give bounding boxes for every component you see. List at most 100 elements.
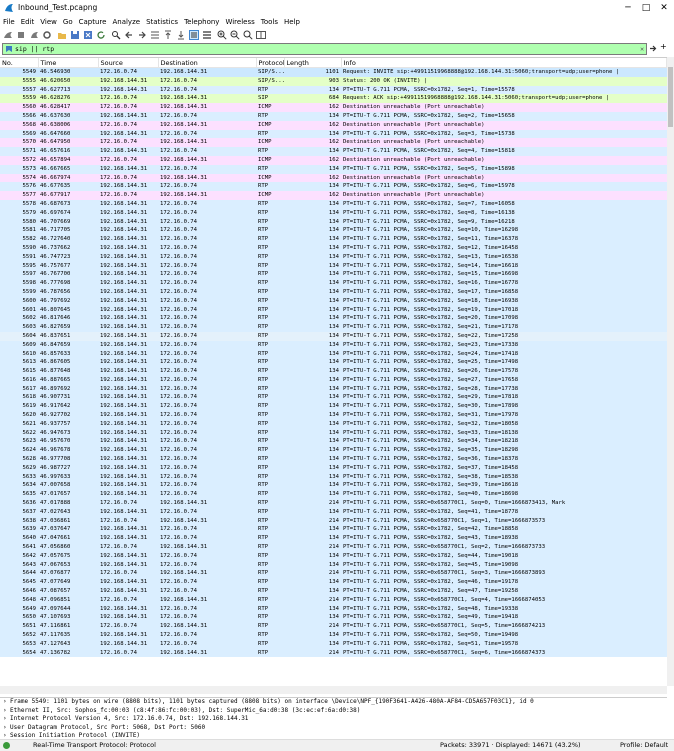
menu-statistics[interactable]: Statistics (143, 16, 181, 29)
packet-row[interactable]: 5634 47.007658 192.168.144.31 172.16.0.74 RT… (0, 481, 667, 491)
zoom-in-icon[interactable] (217, 30, 227, 40)
packet-row[interactable]: 5590 46.737662 192.168.144.31 172.16.0.74 RT… (0, 243, 667, 253)
detail-row-frame[interactable]: › Frame 5549: 1101 bytes on wire (8808 bi… (0, 698, 667, 707)
expert-info-icon[interactable] (3, 742, 10, 749)
col-header-info[interactable]: Info (341, 58, 667, 68)
packet-row[interactable]: 5641 47.056860 172.16.0.74 192.168.144.31 RT… (0, 543, 667, 552)
colorize-icon[interactable] (202, 30, 212, 40)
col-header-length[interactable]: Length (284, 58, 342, 68)
minimize-button[interactable]: ─ (620, 1, 636, 15)
normal-size-icon[interactable] (243, 30, 253, 40)
menu-edit[interactable]: Edit (18, 16, 38, 29)
col-header-no[interactable]: No. (0, 58, 39, 68)
horizontal-scrollbar[interactable] (0, 686, 667, 694)
packet-row[interactable]: 5637 47.027643 192.168.144.31 172.16.0.74 RT… (0, 507, 667, 517)
packet-row[interactable]: 5610 46.857633 192.168.144.31 172.16.0.74 RT… (0, 349, 667, 359)
packet-row[interactable]: 5574 46.667974 172.16.0.74 192.168.144.31 IC… (0, 173, 667, 183)
packet-row[interactable]: 5595 46.757677 192.168.144.31 172.16.0.74 RT… (0, 261, 667, 271)
packet-row[interactable]: 5581 46.717705 192.168.144.31 172.16.0.74 RT… (0, 226, 667, 236)
menu-wireless[interactable]: Wireless (222, 16, 257, 29)
packet-row[interactable]: 5644 47.076877 172.16.0.74 192.168.144.31 RT… (0, 569, 667, 579)
packet-row[interactable]: 5559 46.628276 172.16.0.74 192.168.144.31 SI… (0, 94, 667, 104)
packet-list-scrollbar[interactable] (667, 57, 674, 686)
packet-row[interactable]: 5636 47.017888 172.16.0.74 192.168.144.31 RT… (0, 499, 667, 508)
packet-row[interactable]: 5573 46.667665 192.168.144.31 172.16.0.74 RT… (0, 164, 667, 174)
expand-arrow-icon[interactable]: › (3, 698, 10, 707)
packet-row[interactable]: 5576 46.677635 192.168.144.31 172.16.0.74 RT… (0, 182, 667, 192)
packet-row[interactable]: 5652 47.117635 192.168.144.31 172.16.0.74 RT… (0, 631, 667, 640)
go-forward-icon[interactable] (137, 30, 147, 40)
packet-row[interactable]: 5649 47.097644 192.168.144.31 172.16.0.74 RT… (0, 604, 667, 614)
reload-file-icon[interactable] (96, 30, 106, 40)
packet-row[interactable]: 5568 46.638006 172.16.0.74 192.168.144.31 IC… (0, 120, 667, 130)
capture-options-icon[interactable] (42, 30, 52, 40)
packet-row[interactable]: 5609 46.847659 192.168.144.31 172.16.0.74 RT… (0, 340, 667, 350)
packet-row[interactable]: 5618 46.907731 192.168.144.31 172.16.0.74 RT… (0, 393, 667, 403)
last-packet-icon[interactable] (176, 30, 186, 40)
packet-row[interactable]: 5619 46.917642 192.168.144.31 172.16.0.74 RT… (0, 402, 667, 412)
packet-list[interactable]: No. Time Source Destination Protocol Len… (0, 57, 667, 687)
packet-row[interactable]: 5620 46.927702 192.168.144.31 172.16.0.74 RT… (0, 411, 667, 420)
packet-row[interactable]: 5600 46.797692 192.168.144.31 172.16.0.74 RT… (0, 296, 667, 306)
packet-row[interactable]: 5648 47.096851 172.16.0.74 192.168.144.31 RT… (0, 595, 667, 605)
packet-row[interactable]: 5624 46.967678 192.168.144.31 172.16.0.74 RT… (0, 446, 667, 456)
autoscroll-icon[interactable] (189, 30, 199, 40)
packet-row[interactable]: 5579 46.697674 192.168.144.31 172.16.0.74 RT… (0, 208, 667, 218)
go-back-icon[interactable] (124, 30, 134, 40)
open-file-icon[interactable] (57, 30, 67, 40)
packet-row[interactable]: 5653 47.127643 192.168.144.31 172.16.0.74 RT… (0, 639, 667, 649)
packet-row[interactable]: 5582 46.727640 192.168.144.31 172.16.0.74 RT… (0, 235, 667, 244)
find-packet-icon[interactable] (111, 30, 121, 40)
packet-row[interactable]: 5597 46.767700 192.168.144.31 172.16.0.74 RT… (0, 270, 667, 280)
packet-row[interactable]: 5645 47.077649 192.168.144.31 172.16.0.74 RT… (0, 578, 667, 588)
packet-row[interactable]: 5577 46.677917 172.16.0.74 192.168.144.31 IC… (0, 191, 667, 200)
packet-row[interactable]: 5622 46.947673 192.168.144.31 172.16.0.74 RT… (0, 428, 667, 438)
menu-help[interactable]: Help (281, 16, 303, 29)
packet-row[interactable]: 5635 47.017657 192.168.144.31 172.16.0.74 RT… (0, 490, 667, 500)
packet-row[interactable]: 5633 46.997633 192.168.144.31 172.16.0.74 RT… (0, 472, 667, 482)
packet-row[interactable]: 5566 46.637630 192.168.144.31 172.16.0.74 RT… (0, 111, 667, 121)
col-header-source[interactable]: Source (98, 58, 159, 68)
packet-row[interactable]: 5591 46.747723 192.168.144.31 172.16.0.74 RT… (0, 252, 667, 262)
packet-row[interactable]: 5555 46.620650 192.168.144.31 172.16.0.74 SI… (0, 76, 667, 86)
bookmark-icon[interactable] (5, 45, 13, 53)
expand-arrow-icon[interactable]: › (3, 707, 10, 716)
packet-row[interactable]: 5621 46.937757 192.168.144.31 172.16.0.74 RT… (0, 419, 667, 429)
packet-row[interactable]: 5571 46.657616 192.168.144.31 172.16.0.74 RT… (0, 147, 667, 156)
expand-arrow-icon[interactable]: › (3, 724, 10, 733)
col-header-protocol[interactable]: Protocol (256, 58, 285, 68)
packet-details-pane[interactable]: › Frame 5549: 1101 bytes on wire (8808 bi… (0, 697, 667, 740)
packet-row[interactable]: 5560 46.628417 172.16.0.74 192.168.144.31 IC… (0, 103, 667, 112)
packet-row[interactable]: 5638 47.036861 172.16.0.74 192.168.144.31 RT… (0, 516, 667, 526)
close-button[interactable]: ✕ (656, 1, 672, 15)
col-header-destination[interactable]: Destination (158, 58, 257, 68)
apply-filter-icon[interactable] (649, 44, 657, 53)
packet-row[interactable]: 5639 47.037647 192.168.144.31 172.16.0.74 RT… (0, 525, 667, 535)
packet-row[interactable]: 5602 46.817646 192.168.144.31 172.16.0.74 RT… (0, 314, 667, 324)
first-packet-icon[interactable] (163, 30, 173, 40)
packet-row[interactable]: 5598 46.777698 192.168.144.31 172.16.0.74 RT… (0, 279, 667, 288)
packet-row[interactable]: 5599 46.787656 192.168.144.31 172.16.0.74 RT… (0, 287, 667, 297)
packet-row[interactable]: 5569 46.647660 192.168.144.31 172.16.0.74 RT… (0, 129, 667, 139)
menu-capture[interactable]: Capture (76, 16, 110, 29)
packet-row[interactable]: 5615 46.877648 192.168.144.31 172.16.0.74 RT… (0, 367, 667, 376)
packet-row[interactable]: 5640 47.047661 192.168.144.31 172.16.0.74 RT… (0, 534, 667, 544)
packet-row[interactable]: 5570 46.647950 172.16.0.74 192.168.144.31 IC… (0, 138, 667, 148)
packet-row[interactable]: 5623 46.957670 192.168.144.31 172.16.0.74 RT… (0, 437, 667, 447)
resize-columns-icon[interactable] (256, 30, 266, 40)
stop-capture-icon[interactable] (16, 30, 26, 40)
maximize-button[interactable]: □ (638, 1, 654, 15)
zoom-out-icon[interactable] (230, 30, 240, 40)
status-profile[interactable]: Profile: Default (620, 740, 668, 751)
packet-row[interactable]: 5578 46.687673 192.168.144.31 172.16.0.74 RT… (0, 199, 667, 209)
packet-row[interactable]: 5651 47.116861 172.16.0.74 192.168.144.31 RT… (0, 622, 667, 631)
menu-tools[interactable]: Tools (258, 16, 281, 29)
packet-row[interactable]: 5642 47.057675 192.168.144.31 172.16.0.74 RT… (0, 551, 667, 561)
detail-row-ipv4[interactable]: › Internet Protocol Version 4, Src: 172.1… (0, 715, 667, 724)
packet-row[interactable]: 5617 46.897692 192.168.144.31 172.16.0.74 RT… (0, 384, 667, 394)
packet-row[interactable]: 5601 46.807645 192.168.144.31 172.16.0.74 RT… (0, 305, 667, 315)
packet-row[interactable]: 5629 46.987727 192.168.144.31 172.16.0.74 RT… (0, 463, 667, 473)
menu-view[interactable]: View (37, 16, 60, 29)
packet-row[interactable]: 5628 46.977708 192.168.144.31 172.16.0.74 RT… (0, 455, 667, 464)
scrollbar-thumb[interactable] (668, 67, 673, 127)
